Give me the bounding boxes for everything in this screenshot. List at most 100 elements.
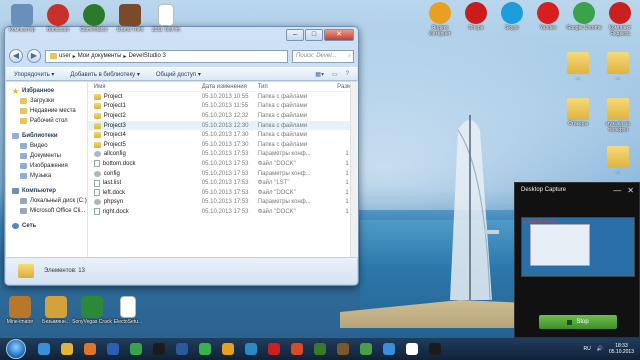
taskbar-app-app12[interactable] xyxy=(287,340,307,358)
search-input[interactable]: Поиск: Devel... ⌕ xyxy=(292,49,354,63)
desktop-shortcut-4[interactable]: 2011 Test Im xyxy=(146,4,186,33)
nav-item[interactable]: Избранное xyxy=(6,86,87,96)
nav-item[interactable]: Загрузки xyxy=(6,96,87,106)
explorer-window[interactable]: – □ ✕ ◀ ▶ user ▸ Мои документы ▸ DevelSt… xyxy=(4,26,359,286)
file-row[interactable]: Project1 05.10.2013 11:55 Папка с файлами xyxy=(88,102,358,112)
nav-item[interactable]: Видео xyxy=(6,141,87,151)
window-controls: – □ ✕ xyxy=(286,29,354,41)
taskbar-app-app16[interactable] xyxy=(379,340,399,358)
start-button[interactable] xyxy=(6,339,26,359)
file-row[interactable]: Project4 05.10.2013 17:30 Папка с файлами xyxy=(88,130,358,140)
share-button[interactable]: Общий доступ ▾ xyxy=(156,71,201,78)
nav-item[interactable]: Microsoft Office Cli... xyxy=(6,206,87,216)
desktop-app-shortcut-1[interactable]: Опера xyxy=(456,2,496,31)
taskbar-app-app14[interactable] xyxy=(333,340,353,358)
view-options-icon[interactable]: ▦▾ xyxy=(315,71,324,78)
nav-item-label: Библиотеки xyxy=(22,133,58,139)
taskbar-app-explorer[interactable] xyxy=(57,340,77,358)
desktop-folder-shortcut-3[interactable]: музыка на телефон xyxy=(598,98,638,133)
desktop-capture-window[interactable]: Desktop Capture — ✕ ● REC 00:00:18 Stop xyxy=(514,182,640,338)
close-icon[interactable]: ✕ xyxy=(627,186,634,195)
close-button[interactable]: ✕ xyxy=(324,29,354,41)
desktop-bottom-shortcut-0[interactable]: Mine-imator xyxy=(0,296,40,325)
nav-item[interactable]: Рабочий стол xyxy=(6,116,87,126)
nav-item[interactable]: Изображения xyxy=(6,161,87,171)
desktop-shortcut-2[interactable]: GameMaker xyxy=(74,4,114,33)
desktop-folder-shortcut-4[interactable]: ... xyxy=(598,146,638,175)
taskbar-app-app13[interactable] xyxy=(310,340,330,358)
taskbar-app-app10[interactable] xyxy=(241,340,261,358)
desktop-shortcut-0[interactable]: Компьютер xyxy=(2,4,42,33)
clock[interactable]: 18:33 05.10.2013 xyxy=(609,343,634,355)
desktop-app-shortcut-5[interactable]: Комплект Яндекса xyxy=(600,2,640,37)
file-name-text: left.dock xyxy=(102,189,126,196)
nav-item[interactable]: Сеть xyxy=(6,221,87,231)
volume-icon[interactable]: 🔊 xyxy=(597,346,603,352)
back-button[interactable]: ◀ xyxy=(9,49,23,63)
taskbar-app-app9[interactable] xyxy=(218,340,238,358)
file-row[interactable]: last.list05.10.2013 17:53Файл "LST"1 КБ xyxy=(88,178,358,188)
stop-button[interactable]: Stop xyxy=(539,315,617,329)
help-icon[interactable]: ? xyxy=(346,71,349,78)
preview-pane-icon[interactable]: ▭ xyxy=(332,71,338,78)
file-row[interactable]: Project3 05.10.2013 12:30 Папка с файлами xyxy=(87,120,358,131)
desktop-bottom-shortcut-2[interactable]: SonyVegas Crack xyxy=(72,296,112,325)
file-row[interactable]: left.dock05.10.2013 17:53Файл "DOCK"1 КБ xyxy=(88,188,358,198)
taskbar-app-app15[interactable] xyxy=(356,340,376,358)
file-row[interactable]: right.dock05.10.2013 17:53Файл "DOCK"1 К… xyxy=(88,207,358,217)
desktop-folder-shortcut-2[interactable]: Стикеры xyxy=(558,98,598,127)
taskbar-app-app17[interactable] xyxy=(402,340,422,358)
taskbar-app-app6[interactable] xyxy=(149,340,169,358)
column-date[interactable]: Дата изменения xyxy=(202,84,258,90)
folder-icon xyxy=(50,53,57,59)
vertical-scrollbar[interactable] xyxy=(349,82,358,257)
file-row[interactable]: Project 05.10.2013 10:55 Папка с файлами xyxy=(88,92,358,102)
search-icon[interactable]: ⌕ xyxy=(348,53,351,60)
file-row[interactable]: phpsyn 05.10.2013 17:53 Параметры конф... 1… xyxy=(88,198,358,208)
nav-item[interactable]: Недавние места xyxy=(6,106,87,116)
language-indicator[interactable]: RU xyxy=(584,346,591,352)
desktop-app-shortcut-0[interactable]: Яндекс Интернет xyxy=(420,2,460,37)
desktop-shortcut-1[interactable]: Bandicam xyxy=(38,4,78,33)
breadcrumb-documents[interactable]: Мои документы xyxy=(78,53,122,59)
file-row[interactable]: config 05.10.2013 17:53 Параметры конф... 1… xyxy=(88,169,358,179)
desktop-bottom-shortcut-label: Безымянн... xyxy=(42,319,70,325)
nav-item[interactable]: Библиотеки xyxy=(6,131,87,141)
nav-item[interactable]: Локальный диск (C:) xyxy=(6,196,87,206)
desktop-app-shortcut-3[interactable]: Yandex xyxy=(528,2,568,31)
desktop-shortcut-icon xyxy=(158,4,174,26)
desktop-shortcut-3[interactable]: Grand Theft xyxy=(110,4,150,33)
taskbar-app-app7[interactable] xyxy=(172,340,192,358)
taskbar-app-word[interactable] xyxy=(103,340,123,358)
breadcrumb-develstudio[interactable]: DevelStudio 3 xyxy=(128,53,165,59)
desktop-app-shortcut-2[interactable]: Skype xyxy=(492,2,532,31)
breadcrumb-user[interactable]: user xyxy=(59,53,71,59)
desktop-bottom-shortcut-1[interactable]: Безымянн... xyxy=(36,296,76,325)
column-name[interactable]: Имя xyxy=(88,84,202,90)
desktop-folder-shortcut-0[interactable]: ... xyxy=(558,52,598,81)
desktop-app-shortcut-4[interactable]: Google Chrome xyxy=(564,2,604,31)
forward-button[interactable]: ▶ xyxy=(27,49,41,63)
organize-button[interactable]: Упорядочить ▾ xyxy=(14,71,54,78)
file-row[interactable]: bottom.dock 05.10.2013 17:53 Файл "DOCK" 1 … xyxy=(88,159,358,169)
taskbar-app-app11[interactable] xyxy=(264,340,284,358)
add-to-library-button[interactable]: Добавить в библиотеку ▾ xyxy=(70,71,139,78)
column-type[interactable]: Тип xyxy=(258,84,318,90)
nav-item[interactable]: Компьютер xyxy=(6,186,87,196)
address-bar[interactable]: user ▸ Мои документы ▸ DevelStudio 3 xyxy=(45,49,288,63)
taskbar-app-app8[interactable] xyxy=(195,340,215,358)
minimize-icon[interactable]: — xyxy=(613,186,621,195)
minimize-button[interactable]: – xyxy=(286,29,304,41)
file-row[interactable]: Project5 05.10.2013 17:30 Папка с файлами xyxy=(88,140,358,150)
taskbar-app-ie[interactable] xyxy=(34,340,54,358)
desktop-bottom-shortcut-3[interactable]: ElectoSetu... xyxy=(108,296,148,325)
taskbar-app-media[interactable] xyxy=(80,340,100,358)
taskbar-app-app18[interactable] xyxy=(425,340,445,358)
nav-item[interactable]: Музыка xyxy=(6,171,87,181)
nav-item[interactable]: Документы xyxy=(6,151,87,161)
taskbar-app-app5[interactable] xyxy=(126,340,146,358)
desktop-folder-shortcut-1[interactable]: ... xyxy=(598,52,638,81)
file-row[interactable]: Project2 05.10.2013 12:32 Папка с файлами xyxy=(88,111,358,121)
file-row[interactable]: allconfig 05.10.2013 17:53 Параметры конф.… xyxy=(88,150,358,160)
maximize-button[interactable]: □ xyxy=(305,29,323,41)
